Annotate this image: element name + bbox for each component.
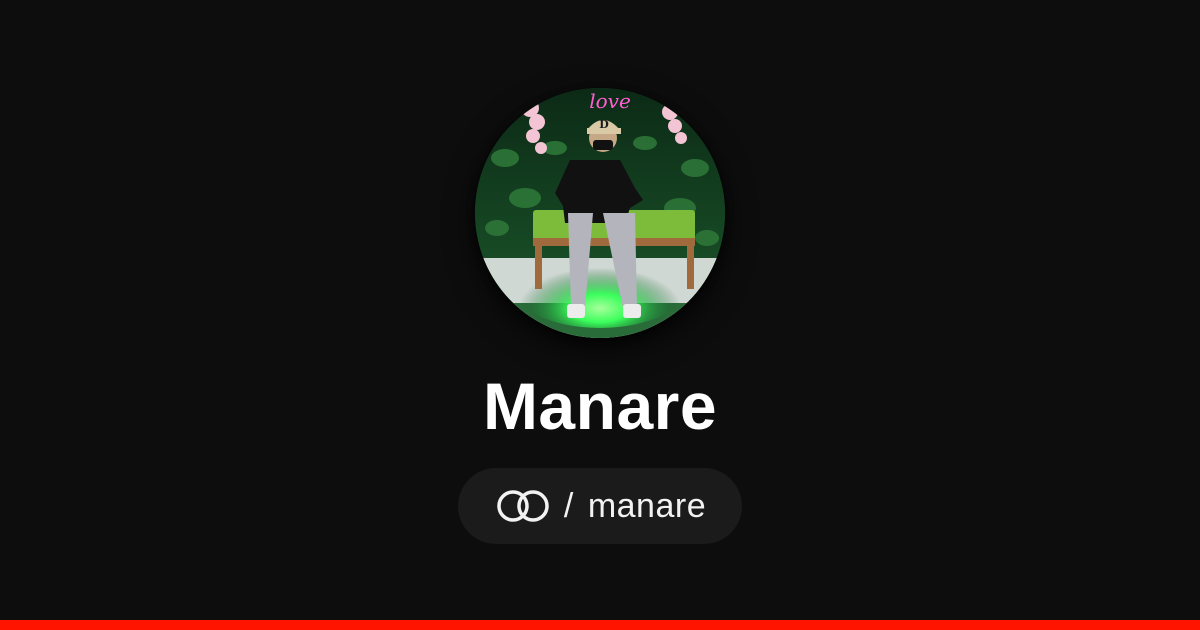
neon-sign-text: love	[589, 89, 631, 113]
handle-separator: /	[563, 487, 574, 525]
profile-avatar: love D	[475, 88, 725, 338]
profile-handle-link[interactable]: / manare	[458, 468, 742, 544]
cap-logo-text: D	[599, 118, 609, 131]
profile-name: Manare	[482, 369, 718, 443]
accent-bar	[0, 620, 1200, 630]
avatar-photo: love D	[475, 88, 725, 338]
interlocked-rings-logo-icon	[497, 490, 549, 522]
handle-text: manare	[587, 487, 707, 525]
